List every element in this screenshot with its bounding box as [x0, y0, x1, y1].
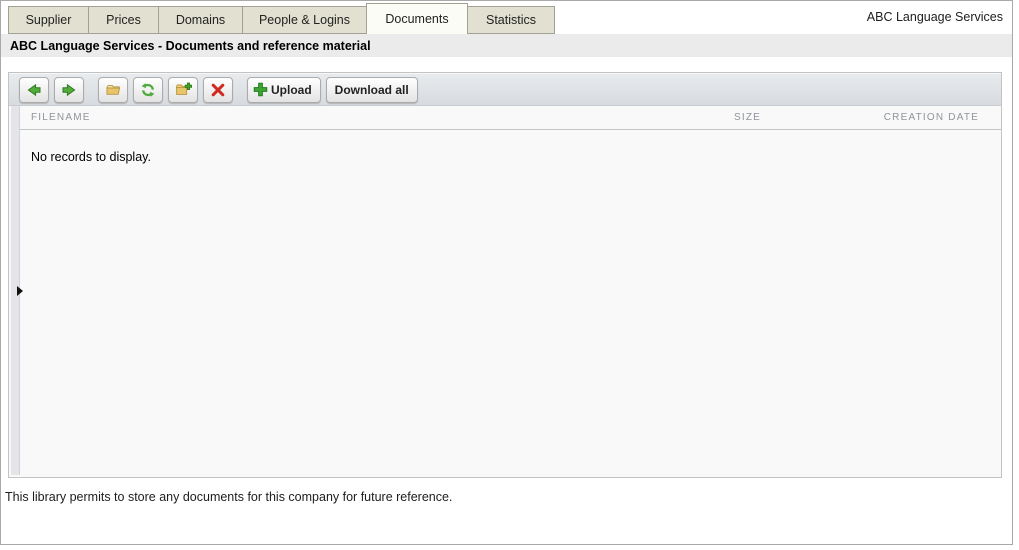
- library-description: This library permits to store any docume…: [5, 490, 452, 504]
- company-name-label: ABC Language Services: [867, 10, 1003, 24]
- tab-domains[interactable]: Domains: [158, 6, 243, 34]
- tab-bar: Supplier Prices Domains People & Logins …: [1, 1, 1012, 34]
- tab-supplier[interactable]: Supplier: [8, 6, 89, 34]
- tab-prices[interactable]: Prices: [88, 6, 159, 34]
- download-all-button-label: Download all: [332, 83, 412, 97]
- page-title: ABC Language Services - Documents and re…: [1, 39, 371, 53]
- plus-icon: [253, 82, 268, 97]
- documents-grid: FILENAME SIZE CREATION DATE No records t…: [20, 106, 1001, 477]
- delete-button[interactable]: [203, 77, 233, 103]
- tab-strip: Supplier Prices Domains People & Logins …: [8, 1, 555, 34]
- documents-panel: Upload Download all FILENAME SIZE CREATI…: [8, 72, 1002, 478]
- back-button[interactable]: [19, 77, 49, 103]
- tab-people-logins[interactable]: People & Logins: [242, 6, 367, 34]
- refresh-button[interactable]: [133, 77, 163, 103]
- tab-statistics[interactable]: Statistics: [467, 6, 555, 34]
- folder-new-icon: [175, 82, 192, 98]
- documents-page: Supplier Prices Domains People & Logins …: [0, 0, 1013, 545]
- sidebar-splitter[interactable]: [11, 106, 20, 475]
- new-folder-button[interactable]: [168, 77, 198, 103]
- column-header-creation-date[interactable]: CREATION DATE: [859, 112, 979, 123]
- empty-records-message: No records to display.: [20, 130, 1001, 164]
- open-folder-button[interactable]: [98, 77, 128, 103]
- download-all-button[interactable]: Download all: [326, 77, 418, 103]
- column-header-filename[interactable]: FILENAME: [31, 112, 701, 123]
- delete-x-icon: [210, 82, 226, 98]
- upload-button[interactable]: Upload: [247, 77, 321, 103]
- tab-documents[interactable]: Documents: [366, 3, 468, 34]
- forward-button[interactable]: [54, 77, 84, 103]
- documents-list-area: FILENAME SIZE CREATION DATE No records t…: [9, 106, 1001, 477]
- refresh-icon: [140, 82, 156, 98]
- arrow-left-icon: [26, 82, 42, 98]
- column-header-size[interactable]: SIZE: [701, 112, 761, 123]
- arrow-right-icon: [61, 82, 77, 98]
- grid-header-row: FILENAME SIZE CREATION DATE: [20, 106, 1001, 130]
- upload-button-label: Upload: [268, 83, 315, 97]
- folder-open-icon: [105, 82, 122, 98]
- section-header-bar: ABC Language Services - Documents and re…: [1, 34, 1012, 57]
- documents-toolbar: Upload Download all: [9, 73, 1001, 106]
